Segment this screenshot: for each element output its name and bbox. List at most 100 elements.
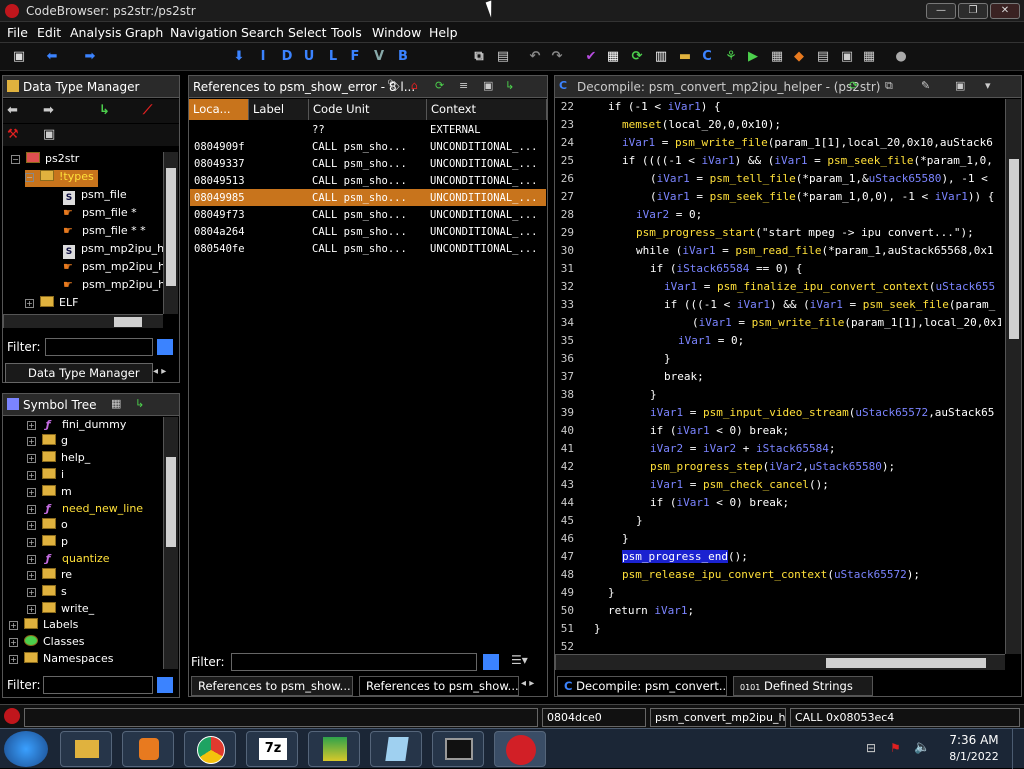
column-filter-icon[interactable]: ☰▾	[511, 653, 528, 667]
scroll-thumb[interactable]	[114, 317, 142, 327]
code-line[interactable]: if (iVar1 < 0) break;	[650, 424, 789, 437]
network-icon[interactable]: ⊟	[866, 741, 876, 755]
snapshot-icon[interactable]: ▣	[483, 79, 493, 92]
symtree-item[interactable]: + o	[27, 518, 68, 535]
menu-help[interactable]: Help	[429, 25, 458, 40]
code-line[interactable]: }	[622, 532, 629, 545]
symtree-item[interactable]: + ƒ fini_dummy	[27, 418, 126, 435]
symtree-item[interactable]: + i	[27, 468, 64, 485]
symtree-new-icon[interactable]: ▦	[111, 397, 121, 410]
refresh-icon[interactable]: ⟳	[849, 79, 858, 92]
code-line[interactable]: while (iVar1 = psm_read_file(*param_1,au…	[636, 244, 994, 257]
copy-icon[interactable]: ⧉	[470, 48, 488, 66]
volume-icon[interactable]: 🔈	[914, 740, 930, 755]
dtm-vscroll[interactable]	[163, 152, 178, 314]
bytes-icon[interactable]: ▦	[860, 48, 878, 66]
code-line[interactable]: iVar1 = psm_write_file(param_1[1],local_…	[622, 136, 993, 149]
symtree-item[interactable]: + g	[27, 434, 68, 451]
filter-options-icon[interactable]	[483, 654, 499, 670]
explorer-taskbar-icon[interactable]	[60, 731, 112, 767]
refresh-icon[interactable]: ⟳	[435, 79, 444, 92]
code-line[interactable]: }	[594, 622, 601, 635]
menu-file[interactable]: File	[7, 25, 28, 40]
toolbar-v-button[interactable]: V	[372, 48, 386, 66]
code-line[interactable]: iVar1 = psm_finalize_ipu_convert_context…	[664, 280, 995, 293]
code-line[interactable]: if ((((-1 < iVar1) && (iVar1 = psm_seek_…	[622, 154, 993, 167]
dtm-tree-elf[interactable]: + ELF	[25, 296, 78, 313]
menu-analysis[interactable]: Analysis	[70, 25, 122, 40]
terminal-taskbar-icon[interactable]	[432, 731, 484, 767]
col-context[interactable]: Context	[427, 99, 547, 120]
toolbar-u-button[interactable]: U	[302, 48, 316, 66]
tab-scroll-arrows[interactable]: ◂ ▸	[153, 363, 179, 383]
scroll-thumb[interactable]	[166, 457, 176, 547]
menu-select[interactable]: Select	[288, 25, 327, 40]
maximize-button[interactable]: ❐	[958, 3, 988, 19]
code-line[interactable]: if (-1 < iVar1) {	[608, 100, 721, 113]
close-button[interactable]: ✕	[990, 3, 1020, 19]
code-line[interactable]: psm_progress_end();	[622, 550, 748, 563]
menu-window[interactable]: Window	[372, 25, 421, 40]
symtree-labels[interactable]: + Labels	[9, 618, 78, 635]
symtree-classes[interactable]: + Classes	[9, 635, 84, 652]
dtm-tree-item[interactable]: Spsm_mp2ipu_h	[63, 242, 164, 259]
code-line[interactable]: (iVar1 = psm_tell_file(*param_1,&uStack6…	[650, 172, 988, 185]
back-arrow-icon[interactable]: ⬅	[40, 48, 64, 66]
table-icon[interactable]: ▤	[814, 48, 832, 66]
symtree-namespaces[interactable]: + Namespaces	[9, 652, 113, 669]
code-line[interactable]: if (((-1 < iVar1) && (iVar1 = psm_seek_f…	[664, 298, 995, 311]
menu-edit[interactable]: Edit	[37, 25, 61, 40]
dtm-tree-item[interactable]: Spsm_file	[63, 188, 127, 205]
dtm-forward-icon[interactable]: ➡	[43, 102, 54, 120]
memory-icon[interactable]: ▥	[652, 48, 670, 66]
code-line[interactable]: psm_release_ipu_convert_context(uStack65…	[622, 568, 920, 581]
code-line[interactable]: psm_progress_step(iVar2,uStack65580);	[650, 460, 895, 473]
dtm-archive-icon[interactable]: ⚒	[7, 126, 19, 144]
table-row[interactable]: 08049985 CALL psm_sho... UNCONDITIONAL_...	[190, 189, 546, 206]
save-icon[interactable]: ▣	[8, 48, 30, 66]
code-line[interactable]: (iVar1 = psm_write_file(param_1[1],local…	[692, 316, 1001, 329]
menu-search[interactable]: Search	[241, 25, 284, 40]
chrome-taskbar-icon[interactable]	[184, 731, 236, 767]
checkmark-icon[interactable]: ✔	[582, 48, 600, 66]
table-row[interactable]: 08049337 CALL psm_sho... UNCONDITIONAL_...	[190, 155, 546, 172]
symtree-item[interactable]: + ƒ need_new_line	[27, 502, 143, 519]
copy-icon[interactable]: ⧉	[885, 79, 893, 93]
tab-references-2[interactable]: References to psm_show...	[359, 676, 519, 696]
code-line[interactable]: }	[636, 514, 643, 527]
grid-icon[interactable]: ▦	[768, 48, 786, 66]
code-line[interactable]: iVar1 = 0;	[678, 334, 744, 347]
dtm-tree-item[interactable]: ☛ psm_file * *	[63, 224, 146, 241]
table-row[interactable]: 0804909f CALL psm_sho... UNCONDITIONAL_...	[190, 138, 546, 155]
symtree-item[interactable]: + m	[27, 485, 72, 502]
dtm-tree-item[interactable]: ☛ psm_mp2ipu_h	[63, 278, 165, 295]
code-line[interactable]: (iVar1 = psm_seek_file(*param_1,0,0), -1…	[650, 190, 994, 203]
tab-scroll-arrows[interactable]: ◂ ▸	[521, 678, 534, 689]
dtm-back-icon[interactable]: ⬅	[7, 102, 18, 120]
col-code-unit[interactable]: Code Unit	[309, 99, 427, 120]
col-label-header[interactable]: Label	[249, 99, 309, 120]
filter-options-icon[interactable]	[157, 339, 173, 355]
symtree-item[interactable]: + p	[27, 535, 68, 552]
symtree-filter-input[interactable]	[43, 676, 153, 694]
scroll-thumb[interactable]	[826, 658, 986, 668]
folder-icon[interactable]: ▬	[676, 48, 694, 66]
code-line[interactable]: iVar2 = 0;	[636, 208, 702, 221]
print-icon[interactable]: ▣	[955, 79, 965, 92]
symtree-item[interactable]: + re	[27, 568, 72, 585]
refresh-icon[interactable]: ⟳	[628, 48, 646, 66]
decompiler-code[interactable]: 22 if (-1 < iVar1) {23 memset(local_20,0,0…	[556, 99, 1001, 654]
run-icon[interactable]: ▶	[744, 48, 762, 66]
symtree-vscroll[interactable]	[163, 417, 178, 669]
media-player-taskbar-icon[interactable]	[122, 731, 174, 767]
tab-defined-strings[interactable]: 0101 Defined Strings	[733, 676, 873, 696]
filter-options-icon[interactable]	[157, 677, 173, 693]
table-row[interactable]: 0804a264 CALL psm_sho... UNCONDITIONAL_...	[190, 223, 546, 240]
decomp-hscroll[interactable]	[555, 654, 1005, 670]
code-line[interactable]: }	[650, 388, 657, 401]
redo-icon[interactable]: ↷	[548, 48, 566, 66]
tab-data-type-manager[interactable]: Data Type Manager	[5, 363, 153, 383]
tab-references-1[interactable]: References to psm_show...	[191, 676, 353, 696]
script-icon[interactable]: ▦	[604, 48, 622, 66]
table-row[interactable]: ?? EXTERNAL	[190, 121, 546, 138]
